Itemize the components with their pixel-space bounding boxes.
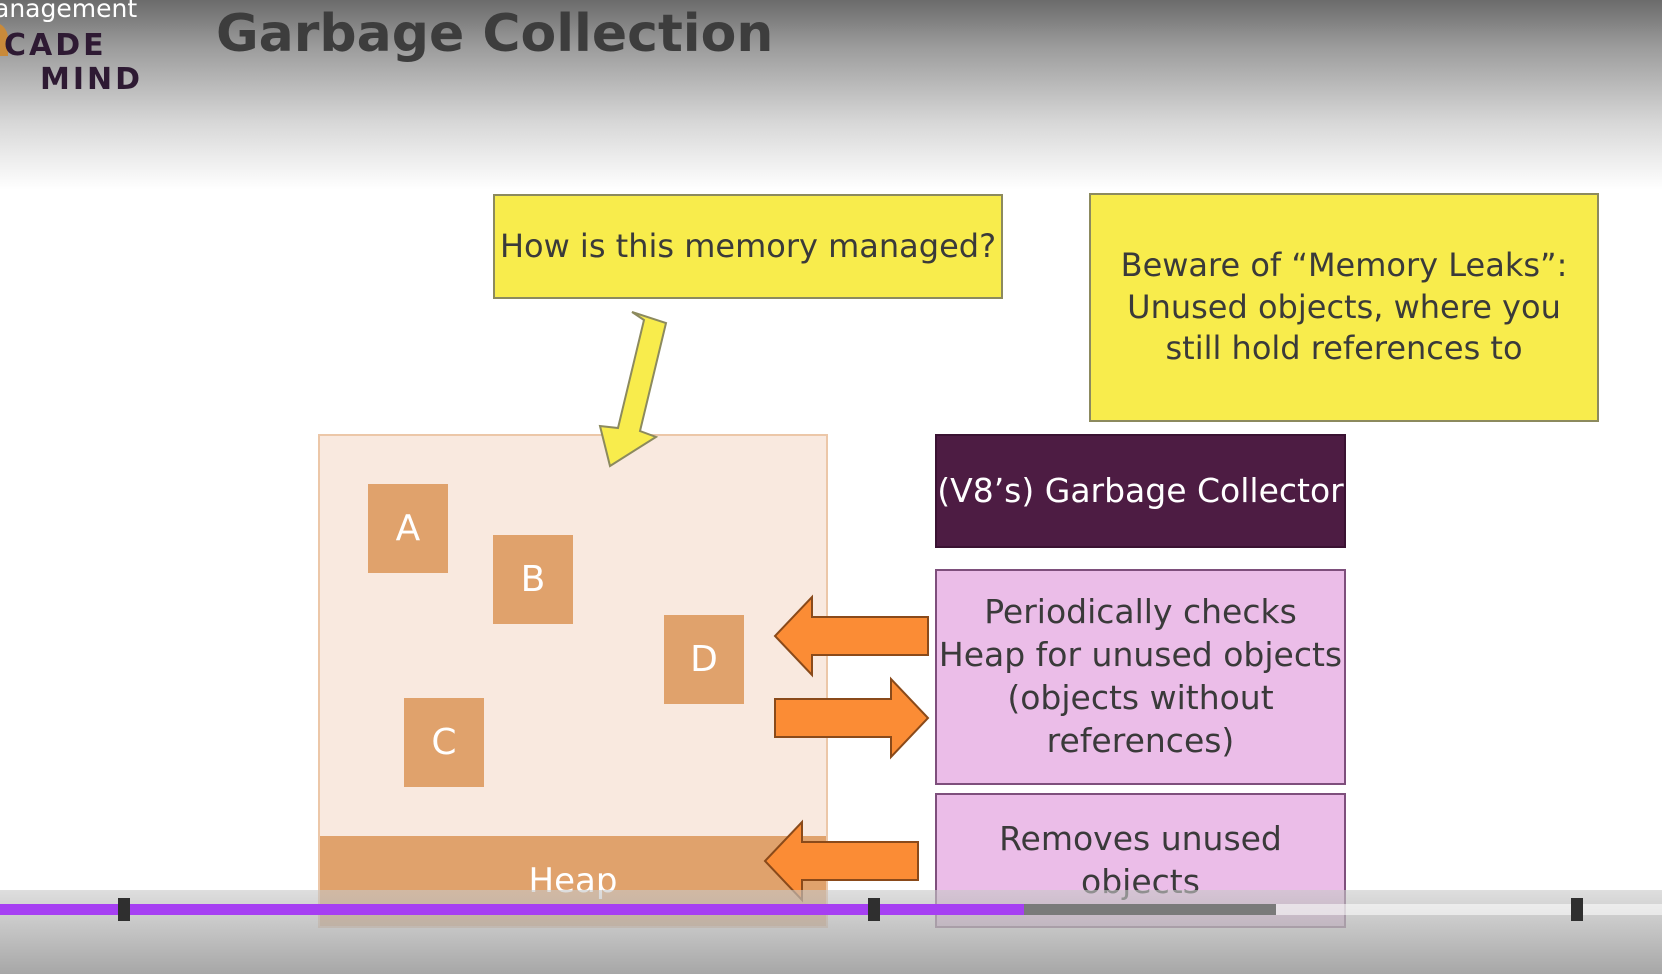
yellow-down-arrow-icon — [598, 311, 668, 468]
video-frame[interactable]: anagement CADE MIND Garbage Collection H… — [0, 0, 1662, 974]
orange-left-arrow-icon-2 — [763, 819, 919, 903]
orange-left-arrow-icon-1 — [773, 594, 929, 678]
chapter-marker-1 — [118, 898, 130, 921]
chapter-marker-2 — [868, 898, 880, 921]
slide-arrows — [598, 311, 930, 903]
orange-right-arrow-icon — [774, 676, 930, 760]
player-controls-shade — [0, 890, 1662, 974]
chapter-marker-3 — [1571, 898, 1583, 921]
